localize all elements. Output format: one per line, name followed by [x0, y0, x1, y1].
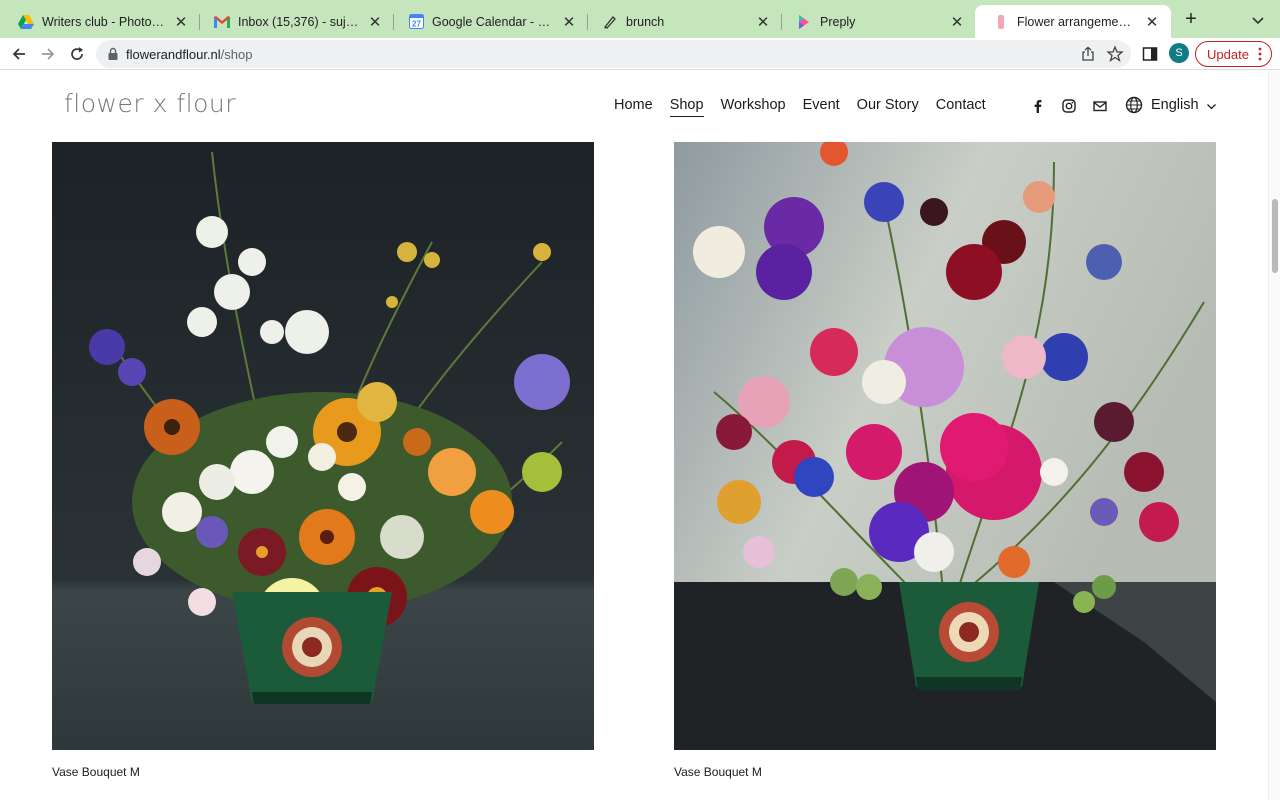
url-text[interactable]: flowerandflour.nl/shop: [126, 47, 252, 62]
product-image-purple-peony-bouquet[interactable]: [674, 142, 1216, 750]
product-card[interactable]: Vase Bouquet M: [52, 142, 594, 779]
globe-icon: [1125, 96, 1143, 114]
url-host: flowerandflour.nl: [126, 47, 221, 62]
tab-preply[interactable]: Preply ✕: [778, 5, 976, 38]
close-icon[interactable]: ✕: [948, 13, 966, 31]
product-image-summer-bouquet[interactable]: [52, 142, 594, 750]
tab-writers-club[interactable]: Writers club - Photoshoot o ✕: [0, 5, 200, 38]
nav-workshop[interactable]: Workshop: [721, 97, 786, 113]
address-bar[interactable]: flowerandflour.nl/shop: [96, 40, 1131, 68]
chevron-down-icon: [1206, 100, 1217, 111]
language-selector[interactable]: English: [1125, 96, 1217, 114]
nav-event[interactable]: Event: [803, 97, 840, 113]
nav-our-story[interactable]: Our Story: [857, 97, 919, 113]
google-drive-icon: [18, 14, 34, 30]
product-title[interactable]: Vase Bouquet M: [674, 765, 762, 779]
tab-brunch[interactable]: brunch ✕: [584, 5, 782, 38]
lock-icon[interactable]: [107, 47, 119, 61]
url-path: /shop: [220, 47, 253, 62]
instagram-icon[interactable]: [1062, 99, 1076, 113]
flower-and-flour-icon: [993, 14, 1009, 30]
forward-arrow-icon[interactable]: [37, 43, 59, 65]
tab-flower-arrangement[interactable]: Flower arrangement, works ✕: [975, 5, 1171, 38]
language-label: English: [1151, 97, 1199, 113]
close-icon[interactable]: ✕: [560, 13, 578, 31]
back-arrow-icon[interactable]: [8, 43, 30, 65]
scrollbar-thumb[interactable]: [1272, 199, 1278, 273]
site-header: flower x flour Home Shop Workshop Event …: [0, 71, 1268, 141]
tab-title: brunch: [626, 14, 665, 29]
bookmark-star-icon[interactable]: [1106, 45, 1124, 63]
mail-icon[interactable]: [1093, 99, 1107, 113]
profile-avatar[interactable]: S: [1169, 43, 1189, 63]
calendar-day-label: 27: [412, 20, 421, 29]
main-nav: Home Shop Workshop Event Our Story Conta…: [614, 97, 1003, 117]
tab-inbox[interactable]: Inbox (15,376) - sujinwoma ✕: [196, 5, 394, 38]
tab-search-chevron-icon[interactable]: [1250, 12, 1266, 28]
update-button[interactable]: Update: [1195, 41, 1272, 67]
product-title[interactable]: Vase Bouquet M: [52, 765, 140, 779]
tab-google-calendar[interactable]: 27 Google Calendar - Week of ✕: [390, 5, 588, 38]
update-label: Update: [1207, 46, 1249, 62]
google-calendar-icon: 27: [408, 14, 424, 30]
tab-title: Writers club - Photoshoot o: [42, 14, 166, 29]
tab-title: Google Calendar - Week of: [432, 14, 554, 29]
nav-shop[interactable]: Shop: [669, 97, 704, 117]
brunch-pen-icon: [602, 14, 618, 30]
browser-toolbar: flowerandflour.nl/shop S Update: [0, 38, 1280, 70]
preply-icon: [796, 14, 812, 30]
reload-icon[interactable]: [66, 43, 88, 65]
more-vertical-icon[interactable]: [1258, 47, 1262, 61]
nav-contact[interactable]: Contact: [936, 97, 986, 113]
facebook-icon[interactable]: [1031, 99, 1045, 113]
browser-tab-strip: Writers club - Photoshoot o ✕ Inbox (15,…: [0, 0, 1280, 38]
tab-title: Preply: [820, 14, 856, 29]
nav-home[interactable]: Home: [614, 97, 653, 113]
product-card[interactable]: Vase Bouquet M: [674, 142, 1216, 779]
tab-title: Inbox (15,376) - sujinwoma: [238, 14, 360, 29]
close-icon[interactable]: ✕: [1143, 13, 1161, 31]
gmail-icon: [214, 14, 230, 30]
side-panel-icon[interactable]: [1142, 46, 1158, 62]
tab-title: Flower arrangement, works: [1017, 14, 1137, 29]
close-icon[interactable]: ✕: [172, 13, 190, 31]
new-tab-icon[interactable]: +: [1180, 9, 1202, 31]
page-scrollbar[interactable]: [1268, 71, 1280, 800]
site-logo[interactable]: flower x flour: [64, 89, 236, 118]
share-icon[interactable]: [1080, 46, 1096, 62]
close-icon[interactable]: ✕: [366, 13, 384, 31]
close-icon[interactable]: ✕: [754, 13, 772, 31]
